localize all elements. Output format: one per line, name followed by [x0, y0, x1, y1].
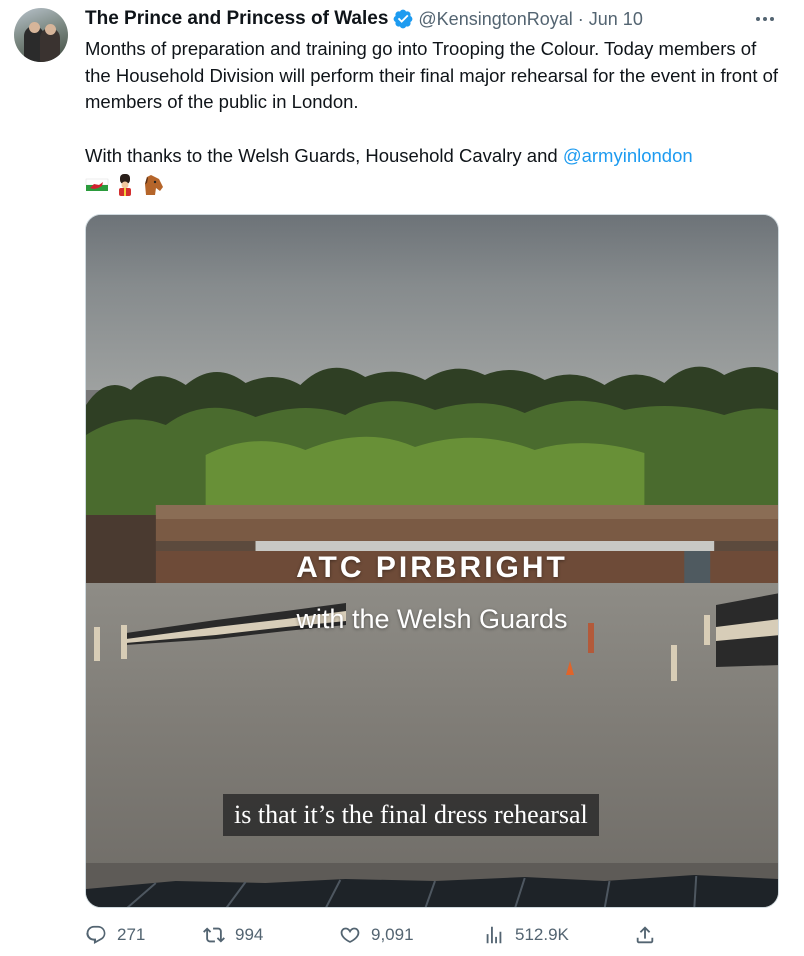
tweet-paragraph-1: Months of preparation and training go in… [85, 38, 779, 112]
more-options-icon[interactable] [752, 8, 778, 30]
like-button[interactable]: 9,091 [339, 924, 414, 946]
heart-icon [340, 927, 360, 943]
emoji-row [85, 174, 165, 196]
like-count: 9,091 [371, 925, 414, 944]
tweet-text: Months of preparation and training go in… [85, 36, 785, 169]
tweet-actions: 271 994 9,091 512.9K [85, 924, 785, 952]
author-handle[interactable]: @KensingtonRoyal [418, 9, 572, 30]
retweet-icon [203, 927, 225, 943]
tweet-header: The Prince and Princess of Wales @Kensin… [85, 6, 643, 32]
tweet-paragraph-2-text: With thanks to the Welsh Guards, Househo… [85, 144, 563, 166]
horse-face-icon [145, 175, 163, 195]
video-media[interactable]: ATC PIRBRIGHT with the Welsh Guards is t… [85, 214, 779, 908]
tweet-paragraph-2: With thanks to the Welsh Guards, Househo… [85, 143, 785, 170]
tweet: The Prince and Princess of Wales @Kensin… [0, 0, 804, 956]
avatar-head-left [29, 22, 40, 33]
mention-link[interactable]: @armyinlondon [563, 145, 693, 166]
reply-button[interactable]: 271 [85, 924, 145, 946]
views-count: 512.9K [515, 925, 569, 944]
avatar-head-right [45, 24, 56, 35]
reply-icon [86, 925, 106, 945]
retweet-button[interactable]: 994 [203, 924, 263, 946]
share-icon [636, 926, 654, 944]
reply-count: 271 [117, 925, 146, 944]
guard-icon [119, 174, 131, 196]
wales-flag-icon [85, 178, 109, 191]
video-overlay-title: ATC PIRBRIGHT [296, 551, 568, 584]
verified-badge-icon[interactable] [392, 8, 414, 30]
soldiers-formation-scene [94, 593, 778, 681]
tweet-date[interactable]: Jun 10 [589, 9, 643, 30]
retweet-count: 994 [235, 925, 264, 944]
views-chart-icon [486, 926, 502, 944]
treeline-scene [86, 366, 778, 530]
display-name[interactable]: The Prince and Princess of Wales [85, 8, 388, 30]
share-button[interactable] [634, 924, 656, 946]
solar-panels-scene [86, 863, 778, 907]
avatar[interactable] [14, 8, 68, 62]
video-overlay-subtitle: with the Welsh Guards [296, 604, 568, 634]
separator-dot: · [577, 8, 584, 29]
video-caption: is that it’s the final dress rehearsal [223, 794, 599, 836]
views-button[interactable]: 512.9K [483, 924, 569, 946]
